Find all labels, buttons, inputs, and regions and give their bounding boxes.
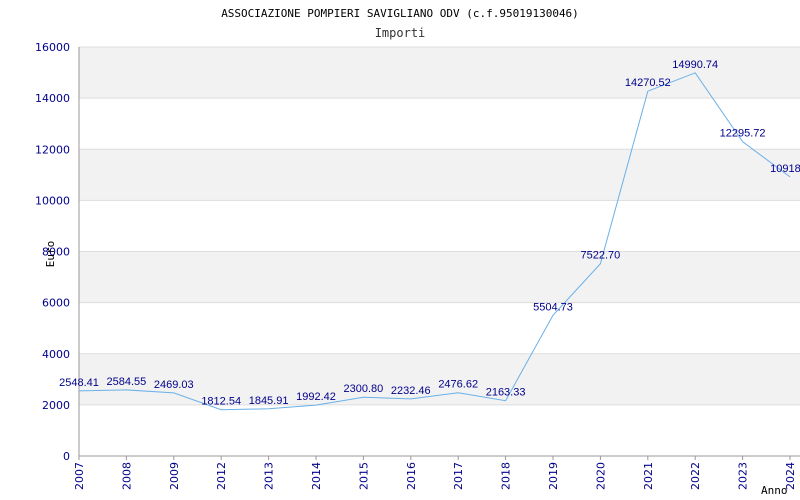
data-label: 1845.91 bbox=[249, 395, 289, 407]
data-label: 14990.74 bbox=[672, 59, 718, 71]
data-label: 5504.73 bbox=[533, 301, 573, 313]
grid-band bbox=[79, 251, 800, 303]
data-label: 1992.42 bbox=[296, 391, 336, 403]
data-label: 2584.55 bbox=[107, 376, 147, 388]
data-label: 2232.46 bbox=[391, 385, 431, 397]
x-tick-label: 2020 bbox=[594, 462, 607, 490]
x-tick-label: 2012 bbox=[215, 462, 228, 490]
y-tick-label: 4000 bbox=[42, 348, 70, 361]
data-label: 2548.41 bbox=[59, 377, 99, 389]
x-tick-label: 2017 bbox=[452, 462, 465, 490]
grid-band bbox=[79, 47, 800, 99]
x-tick-label: 2007 bbox=[73, 462, 86, 490]
x-tick-label: 2009 bbox=[168, 462, 181, 490]
y-tick-label: 6000 bbox=[42, 297, 70, 310]
y-tick-label: 14000 bbox=[35, 92, 70, 105]
x-tick-label: 2019 bbox=[547, 462, 560, 490]
line-chart: 0200040006000800010000120001400016000 20… bbox=[35, 7, 800, 497]
x-axis-label: Anno bbox=[761, 484, 788, 497]
data-label: 2469.03 bbox=[154, 379, 194, 391]
y-tick-label: 12000 bbox=[35, 143, 70, 156]
y-tick-label: 10000 bbox=[35, 194, 70, 207]
x-tick-label: 2013 bbox=[263, 462, 276, 490]
x-ticks: 2007 2008 2009 2012 2013 2014 2015 2016 2017 2018… bbox=[73, 456, 797, 490]
y-tick-label: 2000 bbox=[42, 399, 70, 412]
x-tick-label: 2016 bbox=[405, 462, 418, 490]
data-label: 14270.52 bbox=[625, 77, 671, 89]
x-tick-label: 2008 bbox=[120, 462, 133, 490]
data-label: 10918.7 bbox=[770, 163, 800, 175]
x-tick-label: 2022 bbox=[689, 462, 702, 490]
x-tick-label: 2023 bbox=[737, 462, 750, 490]
y-tick-label: 0 bbox=[63, 450, 70, 463]
data-label: 1812.54 bbox=[201, 396, 241, 408]
data-label: 12295.72 bbox=[720, 128, 766, 140]
data-label: 7522.70 bbox=[581, 250, 621, 262]
data-label: 2300.80 bbox=[344, 383, 384, 395]
x-tick-label: 2015 bbox=[357, 462, 370, 490]
x-tick-label: 2021 bbox=[642, 462, 655, 490]
background-bands bbox=[79, 47, 800, 405]
x-tick-label: 2018 bbox=[500, 462, 513, 490]
chart-subtitle: Importi bbox=[375, 26, 426, 40]
chart-title: ASSOCIAZIONE POMPIERI SAVIGLIANO ODV (c.… bbox=[221, 7, 579, 20]
data-label: 2163.33 bbox=[486, 387, 526, 399]
y-tick-label: 16000 bbox=[35, 41, 70, 54]
y-axis-label: Euro bbox=[44, 241, 57, 268]
grid-band bbox=[79, 149, 800, 201]
data-label: 2476.62 bbox=[438, 379, 478, 391]
x-tick-label: 2014 bbox=[310, 462, 323, 490]
